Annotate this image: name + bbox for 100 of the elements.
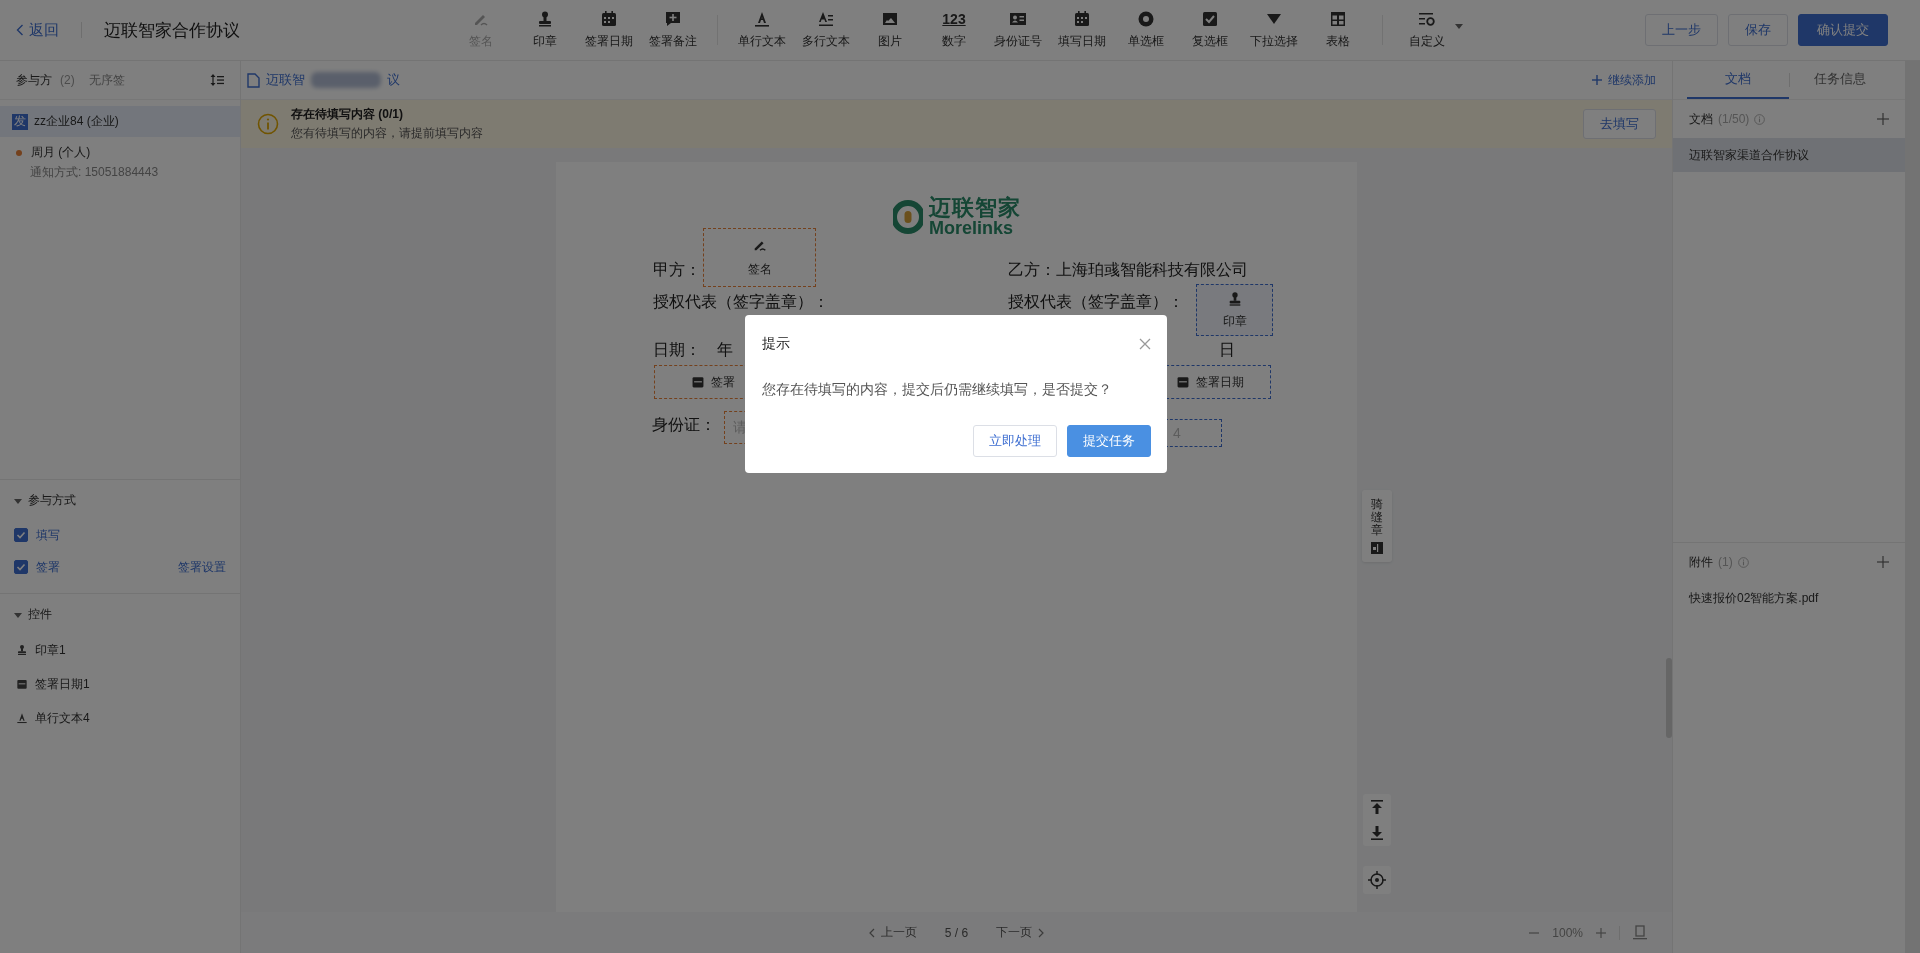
toolbar-button[interactable]: 签署日期 (577, 6, 641, 54)
status-dot (16, 149, 22, 156)
locate-icon[interactable] (1363, 866, 1391, 894)
file-name[interactable]: 迈联智 (266, 71, 305, 89)
toolbar-button[interactable]: 填写日期 (1050, 6, 1114, 54)
close-icon[interactable] (1139, 338, 1151, 350)
document-text: 甲方： (653, 260, 701, 280)
section-title: 附件 (1689, 553, 1713, 571)
stamp-icon (16, 644, 28, 656)
action-button[interactable]: 保存 (1728, 14, 1788, 46)
document-title: 迈联智家合作协议 (104, 19, 240, 42)
logo-icon (893, 198, 923, 236)
participant-name: 周月 (个人) (31, 144, 91, 161)
add-icon[interactable] (1877, 113, 1889, 125)
previous-page-link[interactable]: 上一页 (868, 924, 917, 941)
toolbar-button[interactable]: 多行文本 (794, 6, 858, 54)
next-page-link[interactable]: 下一页 (996, 924, 1045, 941)
toolbar-button[interactable]: 印章 (513, 6, 577, 54)
panel-tab[interactable]: 文档 (1687, 61, 1789, 99)
back-chevron-icon (16, 24, 24, 36)
collapse-icon[interactable] (14, 610, 22, 619)
table-icon (1329, 10, 1347, 28)
toolbar-button[interactable]: 复选框 (1178, 6, 1242, 54)
blurred-text (311, 72, 381, 88)
control-item[interactable]: 签署日期1 (35, 675, 90, 693)
calendar-icon (600, 10, 618, 28)
toolbar-button[interactable]: 单行文本 (730, 6, 794, 54)
calendar-icon (691, 375, 705, 389)
image-icon (881, 10, 899, 28)
control-item[interactable]: 印章1 (35, 641, 66, 659)
section-title: 参与方 (16, 71, 52, 89)
option-label: 填写 (36, 526, 60, 544)
text-icon (16, 712, 28, 724)
info-icon (1754, 113, 1766, 125)
back-link[interactable]: 返回 (16, 20, 59, 40)
participant-name: zz企业84 (企业) (34, 113, 119, 130)
option-label: 签署 (36, 558, 60, 576)
note-icon (664, 10, 682, 28)
dialog-title: 提示 (762, 335, 790, 353)
dialog-button[interactable]: 立即处理 (973, 425, 1057, 457)
document-text: 授权代表（签字盖章）： (1008, 292, 1184, 312)
toolbar-button[interactable]: 单选框 (1114, 6, 1178, 54)
zoom-level: 100% (1552, 925, 1583, 940)
toolbar-button[interactable]: 下拉选择 (1242, 6, 1306, 54)
file-name[interactable]: 议 (387, 71, 400, 89)
go-fill-button[interactable]: 去填写 (1583, 109, 1656, 139)
collapse-icon[interactable] (14, 496, 22, 505)
scrollbar-thumb[interactable] (1666, 658, 1672, 738)
calendar-icon (1176, 375, 1190, 389)
document-text: 日期： 年 (653, 340, 733, 360)
toolbar-button[interactable]: 图片 (858, 6, 922, 54)
toolbar-button[interactable]: 表格 (1306, 6, 1370, 54)
document-text: 乙方：上海珀彧智能科技有限公司 (1008, 260, 1248, 280)
calendar-icon (1073, 10, 1091, 28)
action-button[interactable]: 确认提交 (1798, 14, 1888, 46)
toolbar-button[interactable]: 身份证号 (986, 6, 1050, 54)
file-icon (247, 72, 260, 88)
add-more-link[interactable]: 继续添加 (1592, 71, 1656, 89)
control-item[interactable]: 单行文本4 (35, 709, 90, 727)
dialog-message: 您存在待填写的内容，提交后仍需继续填写，是否提交？ (762, 381, 1113, 399)
add-icon[interactable] (1877, 556, 1889, 568)
toolbar-button[interactable]: 自定义 (1395, 6, 1459, 54)
idcard-icon (1009, 10, 1027, 28)
attachment-item[interactable]: 快速报价02智能方案.pdf (1673, 581, 1905, 615)
section-title: 控件 (28, 606, 52, 623)
section-title: 文档 (1689, 110, 1713, 128)
plus-icon (1592, 75, 1602, 85)
document-item[interactable]: 迈联智家渠道合作协议 (1673, 138, 1905, 172)
seam-stamp-icon (1371, 541, 1383, 554)
multitext-icon (817, 10, 835, 28)
logo-text: 迈联智家 (929, 196, 1021, 220)
section-title: 参与方式 (28, 492, 76, 509)
checkmark-icon (16, 530, 26, 540)
sort-icon[interactable] (210, 73, 224, 87)
document-text: 授权代表（签字盖章）： (653, 292, 829, 312)
seam-stamp-button[interactable]: 骑缝章 (1362, 490, 1392, 562)
chevron-left-icon (868, 927, 875, 938)
calendar-icon (16, 678, 28, 690)
checkbox-icon (1201, 10, 1219, 28)
radio-icon (1137, 10, 1155, 28)
panel-tab[interactable]: 任务信息 (1789, 61, 1891, 99)
custom-icon (1418, 10, 1436, 28)
zoom-in-icon[interactable] (1595, 926, 1607, 939)
checkbox[interactable] (14, 528, 28, 542)
toolbar-button[interactable]: 123 数字 (922, 6, 986, 54)
logo-text: Morelinks (929, 219, 1014, 238)
checkmark-icon (16, 562, 26, 572)
page-indicator: 5 / 6 (944, 925, 969, 940)
info-icon (257, 113, 279, 135)
notice-text: 您有待填写的内容，请提前填写内容 (291, 125, 483, 142)
sign-order-label: 无序签 (88, 71, 125, 89)
toolbar-button[interactable]: 签署备注 (641, 6, 705, 54)
checkbox[interactable] (14, 560, 28, 574)
participant-item[interactable]: 发 zz企业84 (企业) (0, 106, 240, 137)
signing-settings-link[interactable]: 签署设置 (178, 558, 226, 576)
info-icon (1737, 556, 1749, 568)
stamp-icon (536, 10, 554, 28)
dialog-button[interactable]: 提交任务 (1067, 425, 1151, 457)
initiator-badge: 发 (12, 113, 28, 130)
fit-page-icon[interactable] (1632, 924, 1648, 941)
